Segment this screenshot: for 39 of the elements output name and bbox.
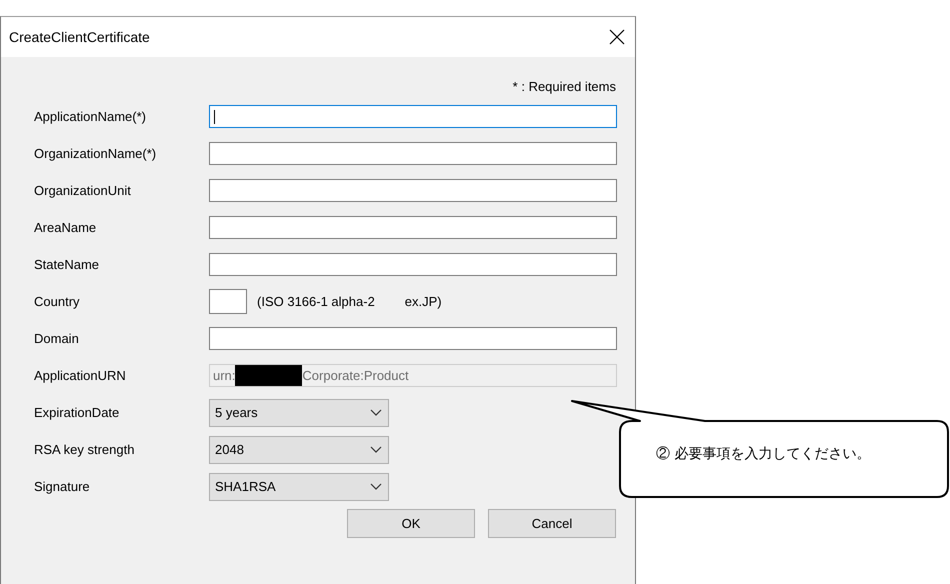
field-label: Signature [34, 479, 91, 494]
text-field[interactable] [209, 253, 617, 276]
text-field[interactable] [209, 327, 617, 350]
close-icon[interactable] [609, 29, 625, 45]
field-label: AreaName [34, 220, 98, 235]
field-label: RSA key strength [34, 442, 136, 457]
chevron-down-icon [370, 446, 382, 454]
window-title: CreateClientCertificate [9, 29, 150, 45]
field-label: ApplicationName(*) [34, 109, 147, 124]
text-cursor [214, 110, 215, 124]
dropdown[interactable]: SHA1RSA [209, 472, 389, 500]
dropdown[interactable]: 2048 [209, 436, 389, 464]
text-field[interactable] [209, 142, 617, 165]
field-label: StateName [34, 257, 100, 272]
dropdown-value: 5 years [215, 405, 258, 420]
text-field[interactable] [209, 105, 617, 128]
field-label: ExpirationDate [34, 405, 120, 420]
field-label: OrganizationUnit [34, 183, 132, 198]
callout-text: ② 必要事項を入力してください。 [656, 445, 870, 463]
text-field[interactable] [209, 216, 617, 239]
example-text: ex.JP) [404, 294, 442, 309]
dialog-button[interactable]: OK [347, 509, 475, 538]
urn-prefix: urn: [213, 368, 236, 383]
dropdown-value: 2048 [215, 442, 244, 457]
chevron-down-icon [370, 408, 382, 416]
chevron-down-icon [370, 482, 382, 490]
country-field[interactable] [209, 289, 247, 314]
field-label: OrganizationName(*) [34, 146, 158, 161]
text-field[interactable] [209, 179, 617, 202]
redaction-block [235, 365, 302, 386]
urn-suffix: Corporate:Product [302, 368, 409, 383]
field-label: ApplicationURN [34, 368, 127, 383]
required-note: * : Required items [512, 79, 616, 94]
dropdown[interactable]: 5 years [209, 398, 389, 426]
field-label: Domain [34, 331, 80, 346]
dialog-button[interactable]: Cancel [488, 509, 616, 538]
field-label: Country [34, 294, 81, 309]
dropdown-value: SHA1RSA [215, 479, 276, 494]
format-hint: (ISO 3166-1 alpha-2 [257, 294, 375, 309]
